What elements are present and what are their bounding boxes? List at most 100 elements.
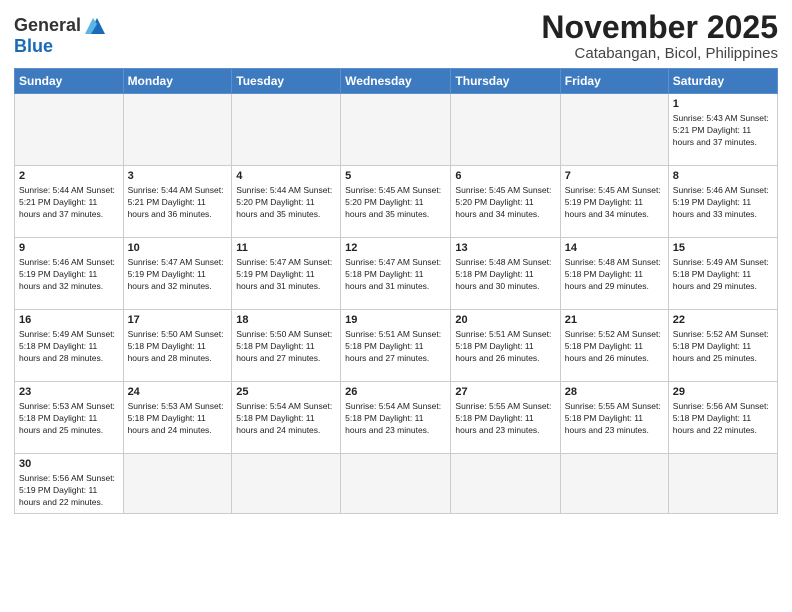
day-info: Sunrise: 5:50 AM Sunset: 5:18 PM Dayligh… (236, 329, 336, 365)
day-info: Sunrise: 5:54 AM Sunset: 5:18 PM Dayligh… (345, 401, 446, 437)
day-info: Sunrise: 5:50 AM Sunset: 5:18 PM Dayligh… (128, 329, 228, 365)
calendar-cell: 12Sunrise: 5:47 AM Sunset: 5:18 PM Dayli… (341, 238, 451, 310)
day-info: Sunrise: 5:45 AM Sunset: 5:20 PM Dayligh… (455, 185, 555, 221)
header-friday: Friday (560, 69, 668, 94)
day-info: Sunrise: 5:55 AM Sunset: 5:18 PM Dayligh… (565, 401, 664, 437)
day-info: Sunrise: 5:53 AM Sunset: 5:18 PM Dayligh… (19, 401, 119, 437)
day-number: 14 (565, 241, 664, 256)
day-info: Sunrise: 5:53 AM Sunset: 5:18 PM Dayligh… (128, 401, 228, 437)
day-number: 12 (345, 241, 446, 256)
day-number: 16 (19, 313, 119, 328)
day-info: Sunrise: 5:45 AM Sunset: 5:19 PM Dayligh… (565, 185, 664, 221)
calendar-cell: 29Sunrise: 5:56 AM Sunset: 5:18 PM Dayli… (668, 382, 777, 454)
header-saturday: Saturday (668, 69, 777, 94)
calendar-cell: 2Sunrise: 5:44 AM Sunset: 5:21 PM Daylig… (15, 166, 124, 238)
day-info: Sunrise: 5:44 AM Sunset: 5:21 PM Dayligh… (128, 185, 228, 221)
day-number: 18 (236, 313, 336, 328)
month-year-title: November 2025 (541, 10, 778, 45)
day-info: Sunrise: 5:47 AM Sunset: 5:19 PM Dayligh… (128, 257, 228, 293)
day-number: 6 (455, 169, 555, 184)
header-wednesday: Wednesday (341, 69, 451, 94)
day-info: Sunrise: 5:52 AM Sunset: 5:18 PM Dayligh… (673, 329, 773, 365)
calendar-cell: 3Sunrise: 5:44 AM Sunset: 5:21 PM Daylig… (123, 166, 232, 238)
calendar-cell: 25Sunrise: 5:54 AM Sunset: 5:18 PM Dayli… (232, 382, 341, 454)
day-info: Sunrise: 5:47 AM Sunset: 5:18 PM Dayligh… (345, 257, 446, 293)
day-number: 2 (19, 169, 119, 184)
day-info: Sunrise: 5:49 AM Sunset: 5:18 PM Dayligh… (19, 329, 119, 365)
title-area: November 2025 Catabangan, Bicol, Philipp… (541, 10, 778, 62)
day-info: Sunrise: 5:48 AM Sunset: 5:18 PM Dayligh… (565, 257, 664, 293)
day-number: 7 (565, 169, 664, 184)
calendar-cell: 20Sunrise: 5:51 AM Sunset: 5:18 PM Dayli… (451, 310, 560, 382)
calendar-cell (15, 94, 124, 166)
calendar-cell: 22Sunrise: 5:52 AM Sunset: 5:18 PM Dayli… (668, 310, 777, 382)
day-number: 9 (19, 241, 119, 256)
logo-icon (83, 14, 111, 36)
calendar-cell: 30Sunrise: 5:56 AM Sunset: 5:19 PM Dayli… (15, 454, 124, 514)
calendar-cell (232, 94, 341, 166)
day-number: 22 (673, 313, 773, 328)
day-number: 20 (455, 313, 555, 328)
day-number: 24 (128, 385, 228, 400)
calendar-cell: 16Sunrise: 5:49 AM Sunset: 5:18 PM Dayli… (15, 310, 124, 382)
logo-area: General Blue (14, 14, 111, 57)
day-number: 26 (345, 385, 446, 400)
header-monday: Monday (123, 69, 232, 94)
calendar-cell: 10Sunrise: 5:47 AM Sunset: 5:19 PM Dayli… (123, 238, 232, 310)
calendar-cell: 8Sunrise: 5:46 AM Sunset: 5:19 PM Daylig… (668, 166, 777, 238)
day-info: Sunrise: 5:56 AM Sunset: 5:18 PM Dayligh… (673, 401, 773, 437)
calendar-table: Sunday Monday Tuesday Wednesday Thursday… (14, 68, 778, 514)
calendar-cell: 13Sunrise: 5:48 AM Sunset: 5:18 PM Dayli… (451, 238, 560, 310)
calendar-cell: 4Sunrise: 5:44 AM Sunset: 5:20 PM Daylig… (232, 166, 341, 238)
calendar-cell: 28Sunrise: 5:55 AM Sunset: 5:18 PM Dayli… (560, 382, 668, 454)
day-info: Sunrise: 5:46 AM Sunset: 5:19 PM Dayligh… (673, 185, 773, 221)
day-info: Sunrise: 5:46 AM Sunset: 5:19 PM Dayligh… (19, 257, 119, 293)
header-thursday: Thursday (451, 69, 560, 94)
day-number: 29 (673, 385, 773, 400)
logo-blue-text: Blue (14, 36, 53, 57)
day-number: 15 (673, 241, 773, 256)
day-info: Sunrise: 5:56 AM Sunset: 5:19 PM Dayligh… (19, 473, 119, 509)
calendar-cell: 15Sunrise: 5:49 AM Sunset: 5:18 PM Dayli… (668, 238, 777, 310)
calendar-cell: 19Sunrise: 5:51 AM Sunset: 5:18 PM Dayli… (341, 310, 451, 382)
day-info: Sunrise: 5:43 AM Sunset: 5:21 PM Dayligh… (673, 113, 773, 149)
day-number: 21 (565, 313, 664, 328)
day-info: Sunrise: 5:49 AM Sunset: 5:18 PM Dayligh… (673, 257, 773, 293)
calendar-cell (560, 94, 668, 166)
day-number: 23 (19, 385, 119, 400)
day-number: 1 (673, 97, 773, 112)
calendar-cell: 11Sunrise: 5:47 AM Sunset: 5:19 PM Dayli… (232, 238, 341, 310)
day-info: Sunrise: 5:55 AM Sunset: 5:18 PM Dayligh… (455, 401, 555, 437)
calendar-cell: 17Sunrise: 5:50 AM Sunset: 5:18 PM Dayli… (123, 310, 232, 382)
calendar-cell (668, 454, 777, 514)
header: General Blue November 2025 Catabangan, B… (14, 10, 778, 62)
calendar-cell: 9Sunrise: 5:46 AM Sunset: 5:19 PM Daylig… (15, 238, 124, 310)
day-info: Sunrise: 5:51 AM Sunset: 5:18 PM Dayligh… (345, 329, 446, 365)
day-number: 8 (673, 169, 773, 184)
day-info: Sunrise: 5:51 AM Sunset: 5:18 PM Dayligh… (455, 329, 555, 365)
day-info: Sunrise: 5:48 AM Sunset: 5:18 PM Dayligh… (455, 257, 555, 293)
calendar-cell (341, 454, 451, 514)
calendar-cell: 18Sunrise: 5:50 AM Sunset: 5:18 PM Dayli… (232, 310, 341, 382)
calendar-cell: 21Sunrise: 5:52 AM Sunset: 5:18 PM Dayli… (560, 310, 668, 382)
calendar-cell: 7Sunrise: 5:45 AM Sunset: 5:19 PM Daylig… (560, 166, 668, 238)
day-number: 27 (455, 385, 555, 400)
day-number: 25 (236, 385, 336, 400)
day-number: 28 (565, 385, 664, 400)
day-number: 17 (128, 313, 228, 328)
calendar-cell: 14Sunrise: 5:48 AM Sunset: 5:18 PM Dayli… (560, 238, 668, 310)
calendar-cell: 24Sunrise: 5:53 AM Sunset: 5:18 PM Dayli… (123, 382, 232, 454)
calendar-cell (232, 454, 341, 514)
day-number: 30 (19, 457, 119, 472)
calendar-cell: 1Sunrise: 5:43 AM Sunset: 5:21 PM Daylig… (668, 94, 777, 166)
calendar-cell: 27Sunrise: 5:55 AM Sunset: 5:18 PM Dayli… (451, 382, 560, 454)
calendar-cell (123, 94, 232, 166)
day-info: Sunrise: 5:45 AM Sunset: 5:20 PM Dayligh… (345, 185, 446, 221)
header-tuesday: Tuesday (232, 69, 341, 94)
calendar-cell: 5Sunrise: 5:45 AM Sunset: 5:20 PM Daylig… (341, 166, 451, 238)
calendar-header-row: Sunday Monday Tuesday Wednesday Thursday… (15, 69, 778, 94)
calendar-cell (560, 454, 668, 514)
calendar-cell: 26Sunrise: 5:54 AM Sunset: 5:18 PM Dayli… (341, 382, 451, 454)
day-number: 13 (455, 241, 555, 256)
day-number: 3 (128, 169, 228, 184)
